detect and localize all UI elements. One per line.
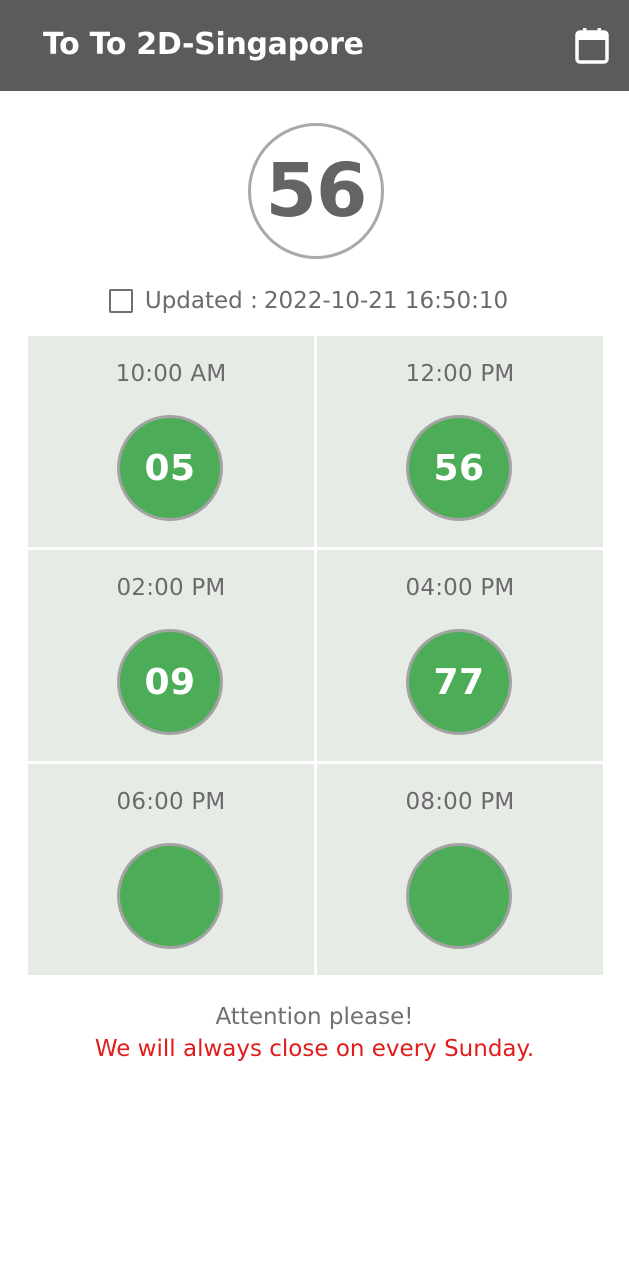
app-bar: To To 2D-Singapore [0, 0, 629, 91]
updated-timestamp: 2022-10-21 16:50:10 [263, 288, 509, 314]
updated-row: Updated : 2022-10-21 16:50:10 [0, 288, 629, 314]
result-ball: 09 [117, 629, 223, 735]
result-ball: 56 [406, 415, 512, 521]
latest-result-number: 56 [265, 148, 368, 234]
result-time: 06:00 PM [116, 789, 226, 815]
result-ball [117, 843, 223, 949]
updated-label: Updated : [144, 288, 258, 314]
attention-heading: Attention please! [215, 1004, 414, 1030]
latest-result-circle: 56 [248, 123, 384, 259]
result-ball [406, 843, 512, 949]
result-ball: 77 [406, 629, 512, 735]
result-number: 09 [144, 661, 196, 703]
closure-notice: We will always close on every Sunday. [94, 1036, 535, 1062]
results-grid: 10:00 AM 05 12:00 PM 56 02:00 PM 09 04:0… [28, 336, 603, 975]
result-cell-0200pm: 02:00 PM 09 [28, 550, 314, 761]
result-cell-0400pm: 04:00 PM 77 [317, 550, 603, 761]
result-time: 10:00 AM [115, 361, 227, 387]
result-time: 04:00 PM [405, 575, 515, 601]
calendar-icon [575, 28, 609, 64]
result-ball: 05 [117, 415, 223, 521]
result-time: 08:00 PM [405, 789, 515, 815]
result-time: 02:00 PM [116, 575, 226, 601]
calendar-button[interactable] [568, 22, 616, 70]
result-cell-0800pm: 08:00 PM [317, 764, 603, 975]
result-cell-1200pm: 12:00 PM 56 [317, 336, 603, 547]
result-cell-1000am: 10:00 AM 05 [28, 336, 314, 547]
result-number: 05 [144, 447, 196, 489]
result-time: 12:00 PM [405, 361, 515, 387]
app-title: To To 2D-Singapore [43, 27, 364, 62]
result-cell-0600pm: 06:00 PM [28, 764, 314, 975]
updated-checkbox[interactable] [108, 289, 133, 313]
result-number: 56 [433, 447, 485, 489]
result-number: 77 [433, 661, 485, 703]
